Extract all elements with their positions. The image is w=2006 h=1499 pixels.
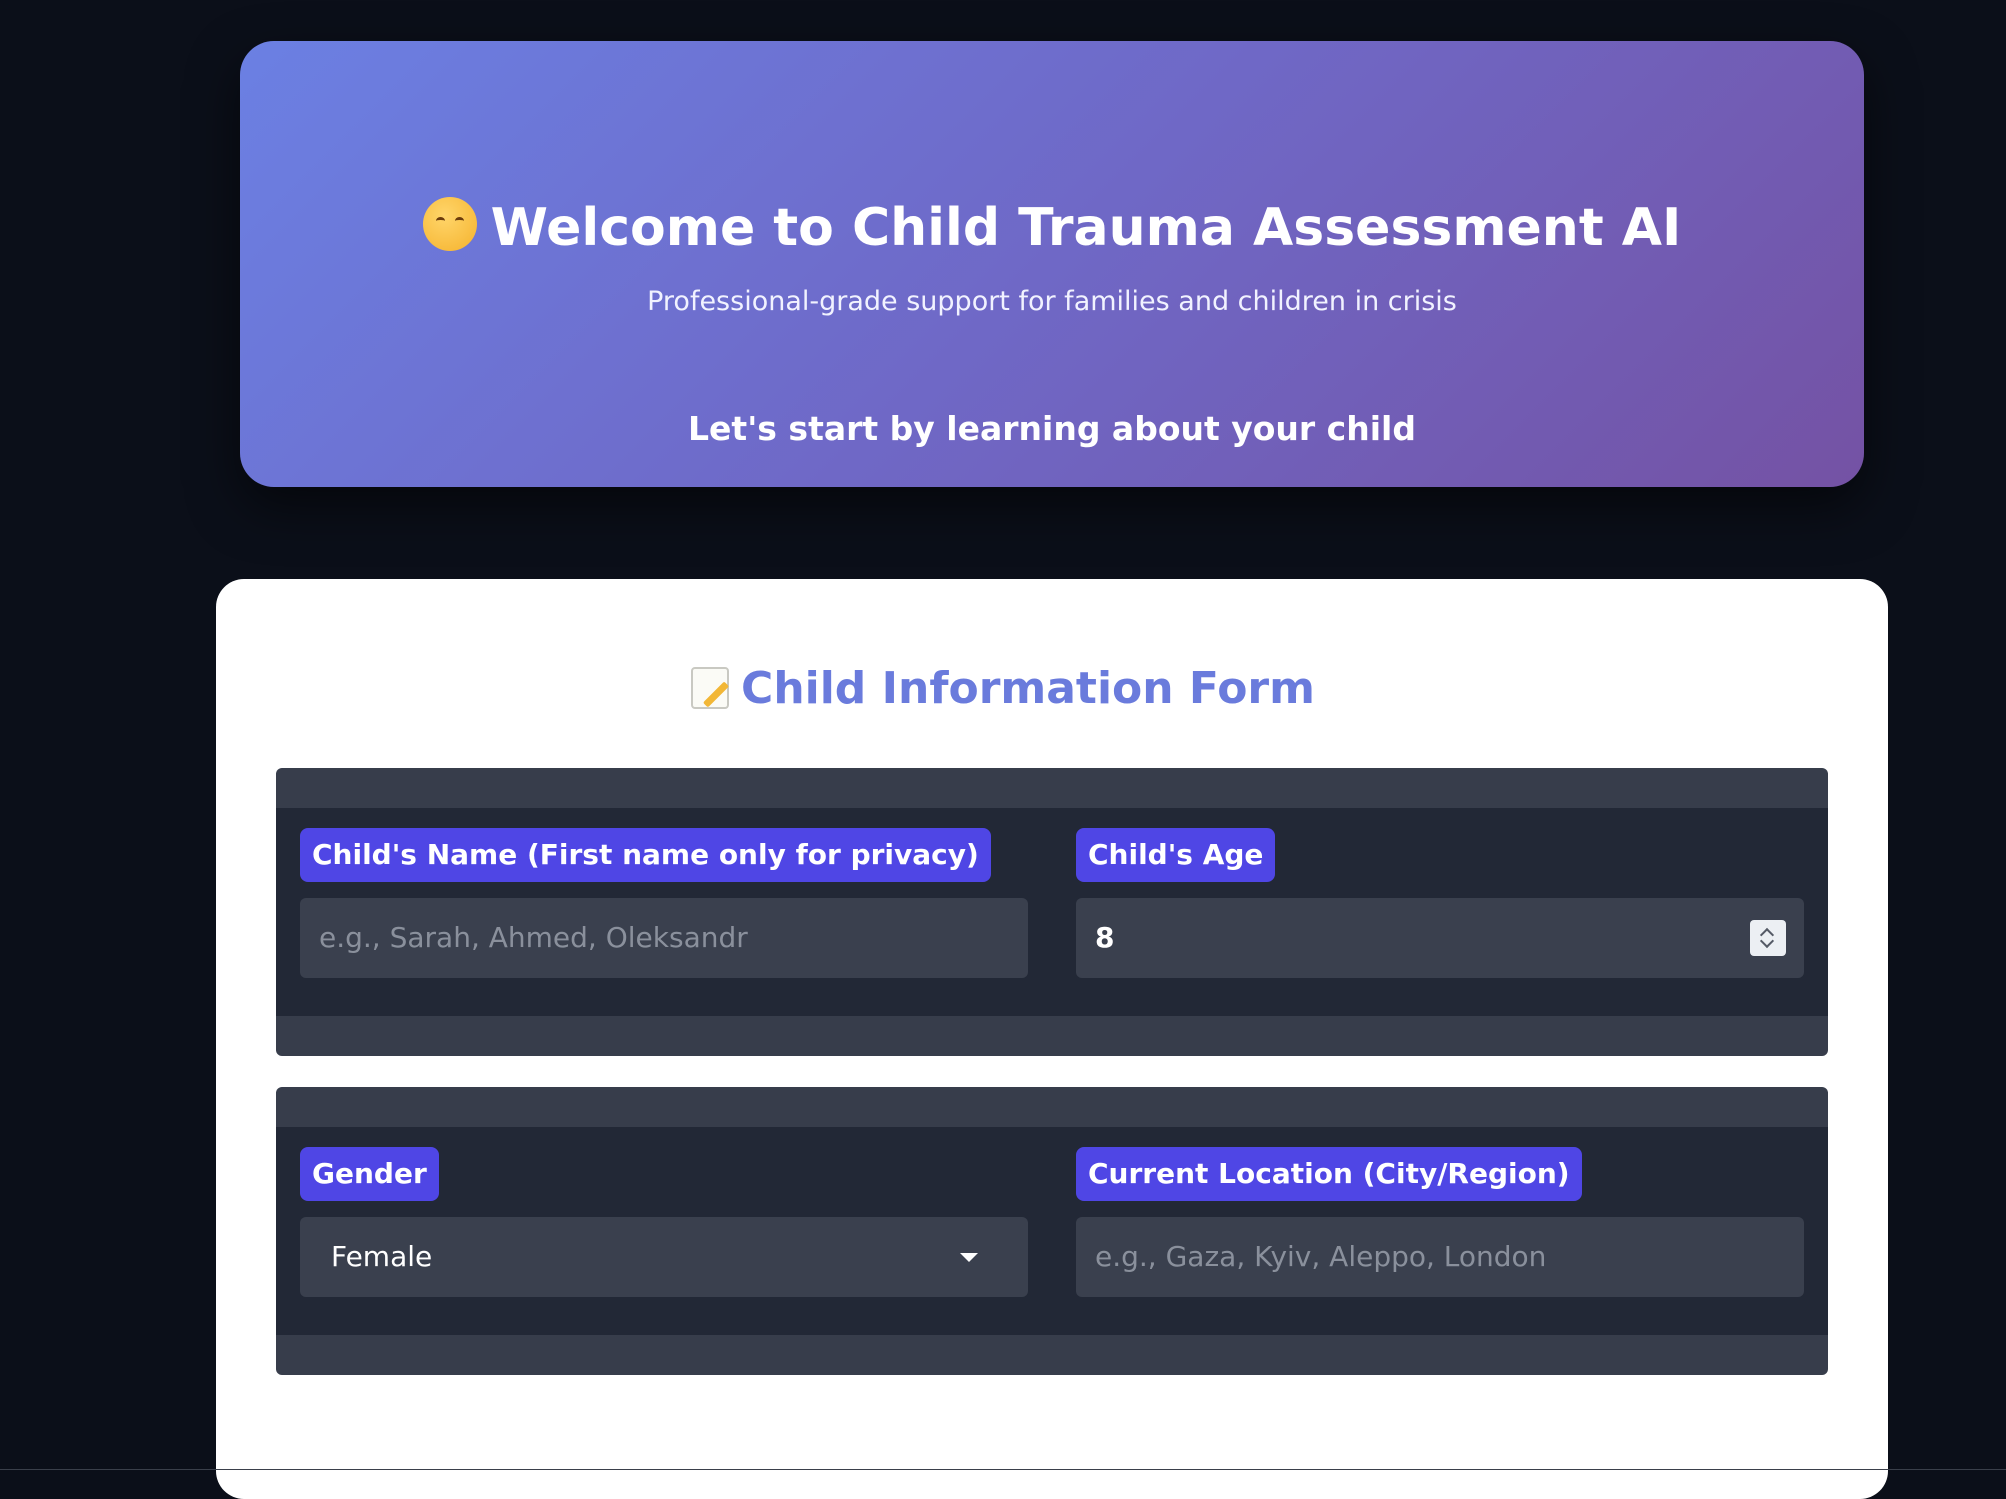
gender-label: Gender — [300, 1147, 439, 1201]
child-age-value: 8 — [1095, 921, 1115, 954]
age-stepper[interactable] — [1750, 920, 1786, 956]
hero-title-text: Welcome to Child Trauma Assessment AI — [490, 198, 1682, 258]
gender-selected-value: Female — [331, 1240, 433, 1273]
form-title: Child Information Form — [0, 662, 2006, 716]
child-name-label: Child's Name (First name only for privac… — [300, 828, 991, 882]
window-bottom-divider — [0, 1469, 2006, 1470]
child-name-placeholder: e.g., Sarah, Ahmed, Oleksandr — [319, 921, 748, 954]
form-row-name-age: Child's Name (First name only for privac… — [276, 768, 1828, 1056]
form-row-inner: Gender Female Current Location (City/Reg… — [276, 1127, 1828, 1335]
gender-select[interactable]: Female — [300, 1217, 1028, 1297]
form-row-inner: Child's Name (First name only for privac… — [276, 808, 1828, 1016]
location-label: Current Location (City/Region) — [1076, 1147, 1582, 1201]
form-title-text: Child Information Form — [741, 663, 1315, 714]
dropdown-caret-icon — [960, 1253, 978, 1262]
child-age-label: Child's Age — [1076, 828, 1276, 882]
child-age-input[interactable]: 8 — [1076, 898, 1804, 978]
hero-prompt: Let's start by learning about your child — [688, 409, 1416, 448]
hero-title: Welcome to Child Trauma Assessment AI — [240, 193, 1864, 263]
location-input[interactable]: e.g., Gaza, Kyiv, Aleppo, London — [1076, 1217, 1804, 1297]
hero-subtitle: Professional-grade support for families … — [647, 286, 1457, 317]
hero-banner: Welcome to Child Trauma Assessment AI Pr… — [240, 41, 1864, 487]
memo-icon — [691, 667, 730, 709]
hugging-face-icon — [422, 197, 477, 251]
location-placeholder: e.g., Gaza, Kyiv, Aleppo, London — [1095, 1240, 1547, 1273]
child-name-input[interactable]: e.g., Sarah, Ahmed, Oleksandr — [300, 898, 1028, 978]
form-row-gender-location: Gender Female Current Location (City/Reg… — [276, 1087, 1828, 1375]
